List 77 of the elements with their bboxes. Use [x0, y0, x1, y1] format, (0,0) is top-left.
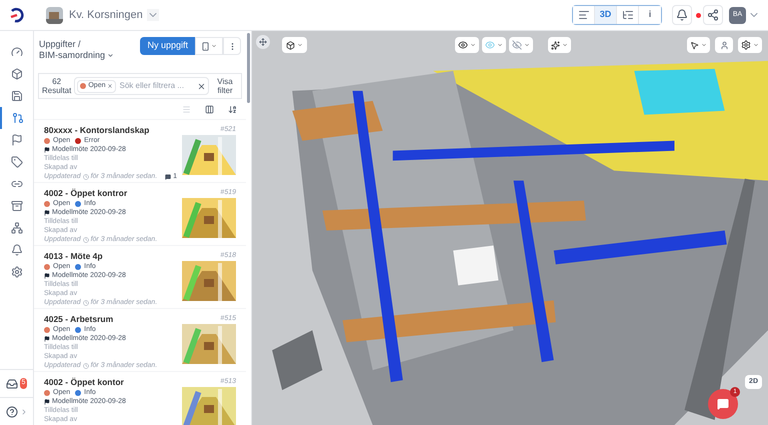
show-filter-button[interactable]: Visa filter	[212, 77, 238, 95]
clock-icon	[82, 362, 89, 368]
eye-icon	[458, 40, 468, 50]
list-view-tab[interactable]	[573, 6, 595, 24]
cursor-icon	[690, 40, 699, 50]
tree-icon	[622, 9, 634, 21]
clock-icon	[82, 236, 89, 242]
settings-icon	[741, 40, 751, 50]
help-icon[interactable]	[6, 406, 18, 418]
task-title: 80xxxx - Kontorslandskap	[44, 125, 150, 136]
flag-icon	[44, 210, 50, 216]
person-icon	[720, 40, 728, 50]
clock-icon	[82, 174, 89, 180]
result-count: 62	[52, 77, 62, 86]
task-title: 4002 - Öppet kontor	[44, 377, 125, 388]
flag-icon	[44, 272, 50, 278]
caret-icon	[297, 42, 303, 48]
flag-icon	[44, 146, 50, 152]
view-tab[interactable]: 3D	[595, 6, 617, 24]
task-title: 4025 - Arbetsrum	[44, 314, 114, 325]
phone-icon	[201, 42, 210, 50]
settings-dropdown[interactable]	[738, 37, 762, 53]
share-button[interactable]	[703, 5, 723, 25]
clock-icon	[82, 300, 89, 306]
explode-dropdown[interactable]	[548, 37, 571, 53]
inbox-icon[interactable]	[6, 378, 18, 390]
project-subtitle[interactable]: BIM-samordning	[39, 50, 106, 61]
notification-button[interactable]	[672, 5, 692, 25]
caret-icon	[753, 42, 759, 48]
archive-icon	[10, 200, 22, 212]
task-title: 4013 - Möte 4p	[44, 251, 104, 262]
network-icon	[10, 222, 22, 234]
compact-view-icon[interactable]	[205, 104, 214, 114]
tag-icon	[10, 156, 22, 168]
breadcrumb[interactable]: Uppgifter /	[39, 39, 114, 50]
select-dropdown[interactable]	[687, 37, 710, 53]
flag-icon	[44, 336, 50, 342]
caret-icon	[497, 42, 503, 48]
visibility-dropdown[interactable]	[455, 37, 479, 53]
caret-icon	[470, 42, 476, 48]
flag-icon	[44, 398, 50, 404]
settings-icon	[10, 266, 22, 278]
chat-icon	[717, 398, 729, 410]
lines-icon	[578, 9, 590, 21]
sparkle-icon	[551, 40, 560, 50]
task-title: 4002 - Öppet kontror	[44, 188, 128, 199]
gauge-icon	[10, 46, 22, 58]
project-name[interactable]: Kv. Korsningen	[69, 6, 143, 24]
flag-icon	[10, 134, 22, 146]
bell-icon	[676, 9, 688, 21]
caret-icon	[562, 42, 568, 48]
person-button[interactable]	[715, 37, 733, 53]
comment-icon	[165, 174, 172, 180]
caret-icon	[524, 42, 530, 48]
sort-icon[interactable]	[228, 104, 237, 114]
caret-icon	[701, 42, 707, 48]
hidden-dropdown[interactable]	[509, 37, 533, 53]
tasks-icon	[12, 112, 24, 124]
eye-off-icon	[512, 40, 522, 50]
arrows-icon	[259, 38, 267, 46]
remove-icon[interactable]	[107, 83, 114, 89]
caret-icon[interactable]	[107, 52, 114, 59]
logo-icon[interactable]	[9, 7, 25, 23]
bell-icon	[10, 244, 22, 256]
new-task-button[interactable]: Ny uppgift	[140, 37, 195, 55]
scrollbar[interactable]	[247, 33, 250, 103]
eye-icon	[485, 40, 495, 50]
cube-icon	[286, 40, 295, 50]
result-label: Resultat	[42, 86, 72, 95]
link-icon	[10, 178, 22, 190]
clear-icon[interactable]	[197, 82, 206, 90]
device-dropdown[interactable]	[195, 37, 223, 55]
cube-icon	[10, 68, 22, 80]
cube-dropdown[interactable]	[282, 37, 307, 53]
caret-icon	[211, 43, 217, 49]
save-icon	[10, 90, 22, 102]
share-icon	[707, 9, 719, 21]
